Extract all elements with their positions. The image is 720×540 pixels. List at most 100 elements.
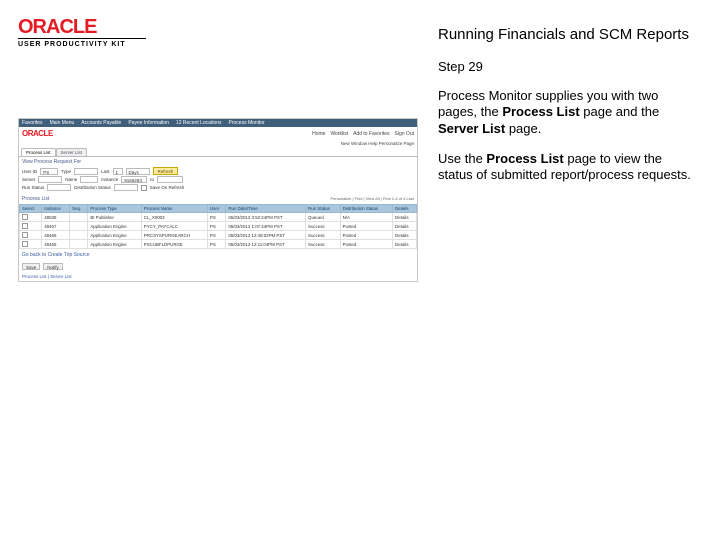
diststatus-label: Distribution Status xyxy=(74,185,111,190)
cell-details[interactable]: Details xyxy=(393,222,417,231)
user-label: User ID xyxy=(22,169,37,174)
cell-pname: CL_X0003 xyxy=(141,213,207,222)
logo-rule xyxy=(18,38,146,39)
col-details[interactable]: Details xyxy=(393,205,417,213)
nav-worklist[interactable]: Worklist xyxy=(330,131,348,137)
row-checkbox[interactable] xyxy=(22,232,28,238)
unit-select[interactable]: Days xyxy=(126,168,150,175)
type-label: Type xyxy=(61,169,71,174)
instance-field[interactable]: 9166283 xyxy=(121,176,147,183)
type-select[interactable] xyxy=(74,168,98,175)
breadcrumb-item[interactable]: Process Monitor xyxy=(229,120,265,126)
list-range[interactable]: Personalize | Find | View All | First 1-… xyxy=(330,196,414,202)
cell-dt: 06/03/2013 12:48:02PM PST xyxy=(226,231,306,240)
col-user[interactable]: User xyxy=(207,205,225,213)
cell-seq xyxy=(70,213,88,222)
nav-home[interactable]: Home xyxy=(312,131,325,137)
breadcrumb-item[interactable]: Payee Information xyxy=(128,120,169,126)
cell-seq xyxy=(70,231,88,240)
breadcrumb: Favorites Main Menu Accounts Payable Pay… xyxy=(19,119,417,127)
cell-dt: 06/03/2013 12:11:04PM PST xyxy=(226,240,306,249)
logo-block: ORACLE USER PRODUCTIVITY KIT xyxy=(18,18,420,48)
cell-seq xyxy=(70,222,88,231)
col-dstat[interactable]: Distribution Status xyxy=(340,205,393,213)
notify-button[interactable]: Notify xyxy=(43,263,63,270)
filter-row-2: Server Name Instance 9166283 to xyxy=(22,176,414,183)
cell-pname: PYCY_PAYCALC xyxy=(141,222,207,231)
instance-to-field[interactable] xyxy=(157,176,183,183)
cell-pname: PRCSYSPURGEARCH xyxy=(141,231,207,240)
col-rstat[interactable]: Run Status xyxy=(306,205,341,213)
banner: ORACLE Home Worklist Add to Favorites Si… xyxy=(19,127,417,140)
row-checkbox[interactable] xyxy=(22,223,28,229)
cell-ptype: BI Publisher xyxy=(88,213,141,222)
cell-instance[interactable]: 48466 xyxy=(42,231,70,240)
last-field[interactable]: 1 xyxy=(113,168,123,175)
nav-favorites[interactable]: Add to Favorites xyxy=(353,131,389,137)
name-label: Name xyxy=(65,177,77,182)
cell-details[interactable]: Details xyxy=(393,240,417,249)
nav-signout[interactable]: Sign Out xyxy=(395,131,414,137)
to-label: to xyxy=(150,177,154,182)
save-button[interactable]: Save xyxy=(22,263,40,270)
col-seq[interactable]: Seq. xyxy=(70,205,88,213)
filter-title: View Process Request For xyxy=(22,159,414,165)
cell-user: PS xyxy=(207,222,225,231)
cell-instance[interactable]: 48465 xyxy=(42,240,70,249)
col-pname[interactable]: Process Name xyxy=(141,205,207,213)
server-select[interactable] xyxy=(38,176,62,183)
cell-details[interactable]: Details xyxy=(393,213,417,222)
breadcrumb-item[interactable]: 12 Recent Locations xyxy=(176,120,222,126)
cell-rstat: Queued xyxy=(306,213,341,222)
page-tabs: Process List Server List xyxy=(19,148,417,156)
breadcrumb-item[interactable]: Favorites xyxy=(22,120,43,126)
oracle-logo-text: ORACLE xyxy=(18,18,420,36)
filter-row-1: User ID PS Type Last 1 Days Refresh xyxy=(22,167,414,175)
row-checkbox[interactable] xyxy=(22,214,28,220)
list-title: Process List xyxy=(22,196,49,202)
cell-details[interactable]: Details xyxy=(393,231,417,240)
tab-server-list[interactable]: Server List xyxy=(56,148,88,156)
col-instance[interactable]: Instance xyxy=(42,205,70,213)
refresh-button[interactable]: Refresh xyxy=(153,167,179,175)
cell-user: PS xyxy=(207,231,225,240)
process-table: Select Instance Seq. Process Type Proces… xyxy=(19,204,417,249)
cell-dt: 06/03/2013 1:07:44PM PST xyxy=(226,222,306,231)
row-checkbox[interactable] xyxy=(22,241,28,247)
banner-logo: ORACLE xyxy=(22,129,53,138)
breadcrumb-item[interactable]: Main Menu xyxy=(50,120,75,126)
bottom-tab-links[interactable]: Process List | Server List xyxy=(19,272,417,281)
cell-user: PS xyxy=(207,240,225,249)
cell-rstat: Success xyxy=(306,240,341,249)
last-label: Last xyxy=(101,169,110,174)
col-rundate[interactable]: Run Date/Time xyxy=(226,205,306,213)
paragraph-1: Process Monitor supplies you with two pa… xyxy=(438,88,698,137)
runstatus-select[interactable] xyxy=(47,184,71,191)
go-back-link[interactable]: Go back to Create Trip Source xyxy=(19,249,417,261)
list-header: Process List Personalize | Find | View A… xyxy=(19,194,417,204)
footer-buttons: Save Notify xyxy=(19,261,417,272)
cell-instance[interactable]: 48536 xyxy=(42,213,70,222)
table-row: 48466 Application Engine PRCSYSPURGEARCH… xyxy=(20,231,417,240)
col-select[interactable]: Select xyxy=(20,205,42,213)
cell-seq xyxy=(70,240,88,249)
tab-process-list[interactable]: Process List xyxy=(21,148,56,156)
diststatus-select[interactable] xyxy=(114,184,138,191)
cell-dt: 06/03/2013 3:52:24PM PST xyxy=(226,213,306,222)
cell-user: PS xyxy=(207,213,225,222)
cell-rstat: Success xyxy=(306,231,341,240)
page-title: Running Financials and SCM Reports xyxy=(438,20,698,43)
save-on-refresh-label: Save On Refresh xyxy=(150,185,185,190)
cell-dstat: Posted xyxy=(340,231,393,240)
table-row: 48536 BI Publisher CL_X0003 PS 06/03/201… xyxy=(20,213,417,222)
name-field[interactable] xyxy=(80,176,98,183)
col-ptype[interactable]: Process Type xyxy=(88,205,141,213)
cell-instance[interactable]: 48467 xyxy=(42,222,70,231)
runstatus-label: Run Status xyxy=(22,185,44,190)
instance-label: Instance xyxy=(101,177,118,182)
breadcrumb-item[interactable]: Accounts Payable xyxy=(81,120,121,126)
save-on-refresh-checkbox[interactable] xyxy=(141,185,147,191)
user-field[interactable]: PS xyxy=(40,168,58,175)
server-label: Server xyxy=(22,177,35,182)
top-right-links[interactable]: New Window Help Personalize Page xyxy=(19,140,417,147)
